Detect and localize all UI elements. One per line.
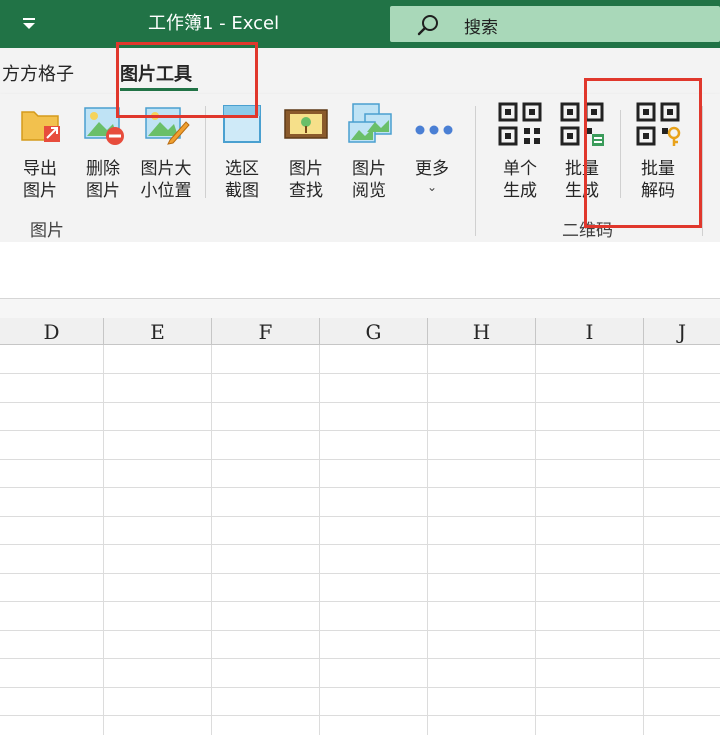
formula-bar[interactable] bbox=[0, 298, 720, 319]
browse-label-1: 图片 bbox=[352, 159, 386, 179]
group-label-images: 图片 bbox=[30, 221, 64, 241]
qr-single-label-1: 单个 bbox=[503, 159, 537, 179]
browse-images-icon bbox=[348, 103, 392, 143]
delete-label-1: 删除 bbox=[86, 159, 120, 179]
more-button[interactable]: 更多 ⌄ bbox=[402, 100, 462, 204]
grid-row-line bbox=[0, 430, 720, 431]
more-label: 更多 bbox=[415, 159, 449, 179]
crop-label-1: 选区 bbox=[225, 159, 259, 179]
qr-code-icon bbox=[498, 102, 542, 146]
more-dots-icon bbox=[415, 125, 453, 135]
grid-row-line bbox=[0, 487, 720, 488]
chevron-down-icon: ⌄ bbox=[426, 180, 438, 194]
grid-column-line bbox=[643, 345, 644, 735]
column-headers: D E F G H I J bbox=[0, 318, 720, 345]
ribbon-separator bbox=[205, 106, 206, 198]
export-label-1: 导出 bbox=[23, 159, 57, 179]
find-image-button[interactable]: 图片 查找 bbox=[276, 100, 336, 204]
resize-label-1: 图片大 bbox=[140, 159, 192, 179]
search-label: 搜索 bbox=[464, 18, 498, 38]
column-header-i[interactable]: I bbox=[536, 318, 644, 344]
formula-bar-area bbox=[0, 242, 720, 298]
find-label-2: 查找 bbox=[289, 181, 323, 201]
grid-column-line bbox=[211, 345, 212, 735]
search-box[interactable]: 搜索 bbox=[390, 6, 720, 42]
crop-label-2: 截图 bbox=[225, 181, 259, 201]
grid-row-line bbox=[0, 601, 720, 602]
export-label-2: 图片 bbox=[23, 181, 57, 201]
grid-row-line bbox=[0, 544, 720, 545]
grid-row-line bbox=[0, 402, 720, 403]
annotation-box-tab bbox=[116, 42, 258, 118]
grid-row-line bbox=[0, 687, 720, 688]
grid-row-line bbox=[0, 516, 720, 517]
grid-row-line bbox=[0, 715, 720, 716]
column-header-e[interactable]: E bbox=[104, 318, 212, 344]
title-bar: 工作簿1 - Excel 搜索 bbox=[0, 0, 720, 48]
window-title: 工作簿1 - Excel bbox=[148, 13, 280, 34]
column-header-h[interactable]: H bbox=[428, 318, 536, 344]
find-label-1: 图片 bbox=[289, 159, 323, 179]
column-header-g[interactable]: G bbox=[320, 318, 428, 344]
qr-single-label-2: 生成 bbox=[503, 181, 537, 201]
ribbon-separator bbox=[475, 106, 476, 236]
annotation-box-decode bbox=[584, 78, 702, 228]
grid-column-line bbox=[427, 345, 428, 735]
grid-column-line bbox=[319, 345, 320, 735]
grid-column-line bbox=[103, 345, 104, 735]
grid-row-line bbox=[0, 373, 720, 374]
customize-qat-icon[interactable] bbox=[18, 12, 40, 34]
export-image-icon bbox=[21, 111, 60, 142]
grid-row-line bbox=[0, 459, 720, 460]
column-header-f[interactable]: F bbox=[212, 318, 320, 344]
resize-label-2: 小位置 bbox=[140, 181, 192, 201]
browse-images-button[interactable]: 图片 阅览 bbox=[339, 100, 399, 204]
find-image-icon bbox=[284, 109, 328, 139]
column-header-j[interactable]: J bbox=[644, 318, 720, 344]
grid-row-line bbox=[0, 573, 720, 574]
tab-fangfanggezi[interactable]: 方方格子 bbox=[2, 60, 74, 86]
grid-column-line bbox=[535, 345, 536, 735]
column-header-d[interactable]: D bbox=[0, 318, 104, 344]
browse-label-2: 阅览 bbox=[352, 181, 386, 201]
qr-single-generate-button[interactable]: 单个 生成 bbox=[490, 100, 550, 204]
export-image-button[interactable]: 导出 图片 bbox=[10, 100, 70, 204]
grid-row-line bbox=[0, 658, 720, 659]
worksheet-grid[interactable] bbox=[0, 345, 720, 735]
grid-row-line bbox=[0, 630, 720, 631]
ribbon-separator bbox=[702, 106, 703, 236]
delete-label-2: 图片 bbox=[86, 181, 120, 201]
search-icon bbox=[417, 15, 438, 36]
